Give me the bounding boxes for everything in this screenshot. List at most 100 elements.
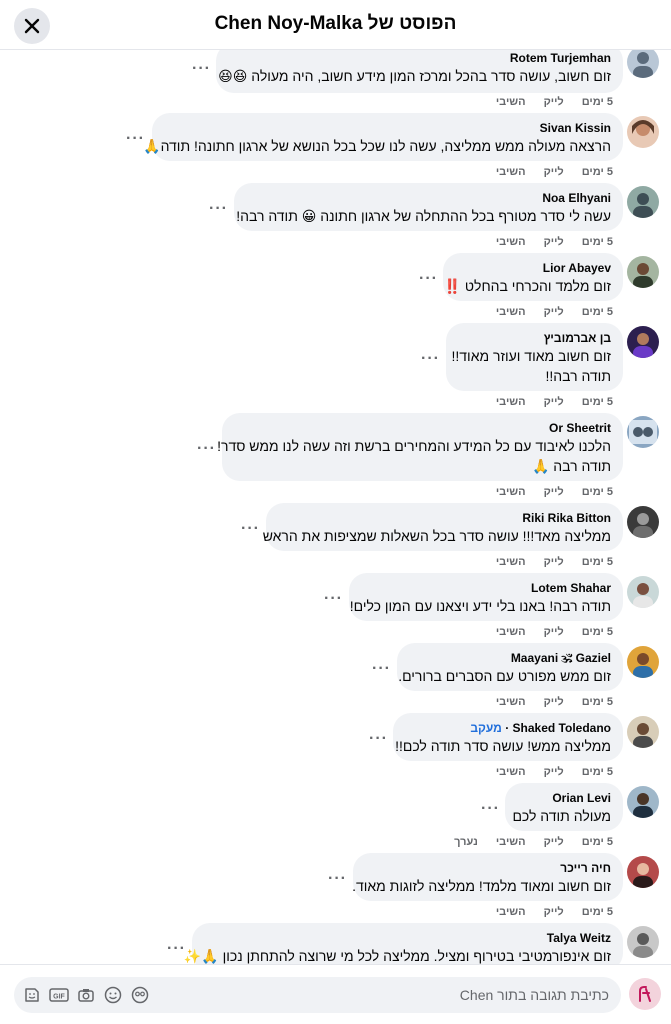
comment: Talya Weitz זום אינפורמטיבי בטירוף ומציל… <box>0 860 671 964</box>
more-options-icon[interactable]: ··· <box>328 871 347 887</box>
like-link[interactable]: לייק <box>544 166 564 178</box>
comment-time[interactable]: 5 ימים <box>582 306 613 318</box>
reply-link[interactable]: השיבי <box>496 306 526 318</box>
comment-text: תודה רבה 🙏 <box>531 458 611 474</box>
comment-text: הרצאה מעולה ממש ממליצה, עשה לנו שכל בכל … <box>143 138 611 154</box>
svg-text:GIF: GIF <box>53 994 65 1001</box>
reply-link[interactable]: השיבי <box>496 556 526 568</box>
comment-actions: 5 ימים לייק השיבי <box>478 306 613 318</box>
more-options-icon[interactable]: ··· <box>372 661 391 677</box>
comment-text: זום אינפורמטיבי בטירוף ומציל. ממליצה לכל… <box>183 948 611 964</box>
comment-text: ממליצה מאד!!! עושה סדר בכל השאלות שמציפו… <box>262 528 611 544</box>
reply-link[interactable]: השיבי <box>496 836 526 848</box>
camera-icon[interactable] <box>76 985 96 1005</box>
like-link[interactable]: לייק <box>544 396 564 408</box>
more-options-icon[interactable]: ··· <box>419 271 438 287</box>
comment-text: זום ממש מפורט עם הסברים ברורים. <box>398 668 611 684</box>
like-link[interactable]: לייק <box>544 556 564 568</box>
like-link[interactable]: לייק <box>544 906 564 918</box>
comment-time[interactable]: 5 ימים <box>582 696 613 708</box>
comment-time[interactable]: 5 ימים <box>582 166 613 178</box>
comment: Noa Elhyani עשה לי סדר מטורף בכל ההתחלה … <box>0 120 671 248</box>
comment-actions: 5 ימים לייק השיבי <box>478 486 613 498</box>
comment-time[interactable]: 5 ימים <box>582 96 613 108</box>
comment-actions: 5 ימים לייק השיבי <box>478 766 613 778</box>
comment-actions: 5 ימים לייק השיבי <box>478 236 613 248</box>
comment: Sivan Kissin הרצאה מעולה ממש ממליצה, עשה… <box>0 50 671 178</box>
like-link[interactable]: לייק <box>544 836 564 848</box>
more-options-icon[interactable]: ··· <box>126 131 145 147</box>
comment-text: זום חשוב, עושה סדר בהכל ומרכז המון מידע … <box>218 68 611 84</box>
more-options-icon[interactable]: ··· <box>209 201 228 217</box>
comment: בן אברמוביץ זום חשוב מאוד ועוזר מאוד!! ת… <box>0 260 671 408</box>
comment-time[interactable]: 5 ימים <box>582 836 613 848</box>
comment-actions: 5 ימים לייק השיבי <box>478 96 613 108</box>
comment-text: עשה לי סדר מטורף בכל ההתחלה של ארגון חתו… <box>236 208 611 224</box>
comment-time[interactable]: 5 ימים <box>582 906 613 918</box>
comment-actions: 5 ימים לייק השיבי <box>478 696 613 708</box>
like-link[interactable]: לייק <box>544 696 564 708</box>
comment-author[interactable]: Or Sheetrit <box>234 420 611 436</box>
comment: חיה רייכר זום חשוב ומאוד מלמד! ממליצה לז… <box>0 790 671 918</box>
more-options-icon[interactable]: ··· <box>241 521 260 537</box>
comment-actions: 5 ימים לייק השיבי נערך <box>436 836 613 848</box>
reply-link[interactable]: השיבי <box>496 696 526 708</box>
close-button[interactable] <box>14 8 50 44</box>
comment: Or Sheetrit הלכנו לאיבוד עם כל המידע והמ… <box>0 350 671 498</box>
comment-text: זום חשוב ומאוד מלמד! ממליצה לזוגות מאוד. <box>352 878 611 894</box>
more-options-icon[interactable]: ··· <box>369 731 388 747</box>
more-options-icon[interactable]: ··· <box>481 801 500 817</box>
comment-text: זום מלמד והכרחי בהחלט ‼️ <box>443 278 611 294</box>
comment-time[interactable]: 5 ימים <box>582 486 613 498</box>
comment-time[interactable]: 5 ימים <box>582 236 613 248</box>
comment: Shaked Toledano · מעקב ממליצה ממש! עושה … <box>0 650 671 778</box>
reply-link[interactable]: השיבי <box>496 486 526 498</box>
sticker-icon[interactable] <box>22 985 42 1005</box>
more-options-icon[interactable]: ··· <box>192 61 211 77</box>
reply-link[interactable]: השיבי <box>496 906 526 918</box>
avatar-sticker-icon[interactable] <box>130 985 150 1005</box>
reply-link[interactable]: השיבי <box>496 626 526 638</box>
comment-composer: כתיבת תגובה בתור Chen GIF <box>0 964 671 1024</box>
like-link[interactable]: לייק <box>544 626 564 638</box>
comment-author[interactable]: בן אברמוביץ <box>458 330 611 346</box>
comment: Maayani 🕉 Gaziel זום ממש מפורט עם הסברים… <box>0 580 671 708</box>
reply-link[interactable]: השיבי <box>496 166 526 178</box>
like-link[interactable]: לייק <box>544 486 564 498</box>
comment: Lotem Shahar תודה רבה! באנו בלי ידע ויצא… <box>0 510 671 638</box>
gif-icon[interactable]: GIF <box>49 985 69 1005</box>
comment-text: מעולה תודה לכם <box>512 808 611 824</box>
reply-link[interactable]: השיבי <box>496 396 526 408</box>
edited-label[interactable]: נערך <box>454 836 478 848</box>
reply-link[interactable]: השיבי <box>496 96 526 108</box>
comment-text: תודה רבה!! <box>545 368 611 384</box>
comment-actions: 5 ימים לייק השיבי <box>478 166 613 178</box>
comment-actions: 5 ימים לייק השיבי <box>478 396 613 408</box>
dialog-header: הפוסט של Chen Noy-Malka <box>0 0 671 50</box>
like-link[interactable]: לייק <box>544 96 564 108</box>
like-link[interactable]: לייק <box>544 236 564 248</box>
like-link[interactable]: לייק <box>544 306 564 318</box>
more-options-icon[interactable]: ··· <box>167 941 186 957</box>
comment: Lior Abayev זום מלמד והכרחי בהחלט ‼️ ···… <box>0 190 671 318</box>
reply-link[interactable]: השיבי <box>496 236 526 248</box>
comment-time[interactable]: 5 ימים <box>582 556 613 568</box>
comment-bubble: Talya Weitz זום אינפורמטיבי בטירוף ומציל… <box>183 923 623 964</box>
comment: Riki Rika Bitton ממליצה מאד!!! עושה סדר … <box>0 440 671 568</box>
page-title: הפוסט של Chen Noy-Malka <box>214 13 457 34</box>
comment-author[interactable]: Talya Weitz <box>204 930 611 946</box>
comments-feed[interactable]: Rotem Turjemhan זום חשוב, עושה סדר בהכל … <box>0 50 671 964</box>
comment-actions: 5 ימים לייק השיבי <box>478 626 613 638</box>
comment: Orian Levi מעולה תודה לכם ··· 5 ימיםלייק… <box>0 720 671 848</box>
comment-text: ממליצה ממש! עושה סדר תודה לכם!! <box>395 738 611 754</box>
reply-link[interactable]: השיבי <box>496 766 526 778</box>
avatar[interactable] <box>627 926 659 958</box>
like-link[interactable]: לייק <box>544 766 564 778</box>
comment-input-placeholder: כתיבת תגובה בתור Chen <box>459 987 609 1003</box>
comment-time[interactable]: 5 ימים <box>582 396 613 408</box>
more-options-icon[interactable]: ··· <box>324 591 343 607</box>
emoji-icon[interactable] <box>103 985 123 1005</box>
avatar[interactable] <box>629 978 661 1010</box>
comment-time[interactable]: 5 ימים <box>582 626 613 638</box>
comment-time[interactable]: 5 ימים <box>582 766 613 778</box>
